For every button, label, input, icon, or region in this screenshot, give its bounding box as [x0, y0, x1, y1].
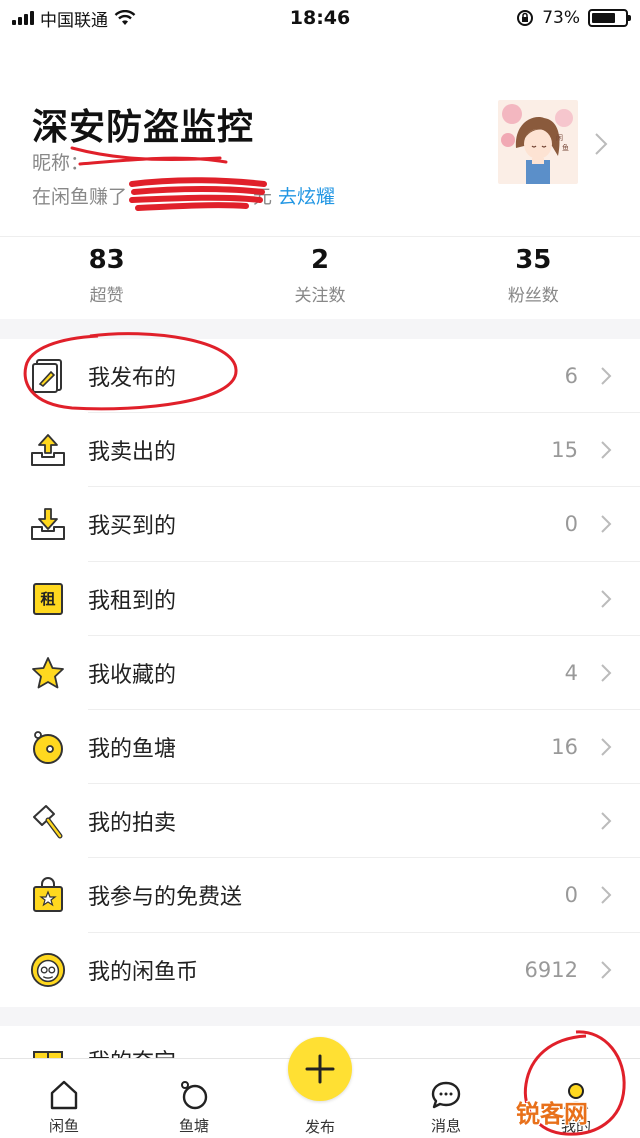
stat-value: 35 — [515, 245, 552, 275]
home-icon — [50, 1080, 78, 1110]
status-bar: 中国联通 18:46 73% — [0, 0, 640, 36]
show-off-link[interactable]: 去炫耀 — [278, 186, 335, 208]
tab-home[interactable]: 闲鱼 — [24, 1077, 104, 1136]
bought-icon — [30, 506, 66, 542]
menu-count: 15 — [551, 438, 578, 463]
fishpond-icon — [30, 729, 66, 765]
stat-label: 关注数 — [294, 286, 346, 306]
menu-count: 0 — [564, 883, 578, 908]
battery-fill — [592, 13, 616, 23]
stat-value: 83 — [88, 245, 125, 275]
profile-earnings: 在闲鱼赚了 元去炫耀 — [32, 182, 335, 209]
stat-label: 超赞 — [89, 286, 124, 306]
stat-label: 粉丝数 — [507, 286, 559, 306]
menu-item-bought[interactable]: 我买到的 0 — [0, 487, 640, 562]
menu-item-published[interactable]: 我发布的 6 — [0, 339, 640, 414]
menu-item-auction[interactable]: 我的拍卖 — [0, 784, 640, 859]
svg-text:闲: 闲 — [556, 133, 563, 142]
earnings-suffix: 元 — [253, 186, 273, 208]
profile-name: 深安防盗监控 — [32, 107, 255, 148]
menu-label: 我的拍卖 — [88, 811, 177, 837]
battery-icon — [588, 9, 631, 27]
fishpond-tab-icon — [181, 1081, 208, 1110]
menu-item-coins[interactable]: 我的闲鱼币 6912 — [0, 933, 640, 1007]
status-right: 73% — [516, 8, 631, 28]
menu-label: 我租到的 — [88, 588, 177, 614]
stat-following[interactable]: 2 关注数 — [213, 241, 426, 306]
svg-text:鱼: 鱼 — [562, 143, 569, 152]
menu-label: 我卖出的 — [88, 440, 177, 466]
menu-count: 0 — [564, 512, 578, 537]
menu-label: 我参与的免费送 — [88, 885, 243, 911]
profile-nickname: 昵称： — [32, 148, 209, 175]
rent-badge: 租 — [33, 582, 63, 615]
free-gift-bag-icon — [30, 877, 66, 913]
chevron-right-icon — [601, 515, 612, 534]
menu-count: 6912 — [524, 957, 578, 982]
menu-label: 我的闲鱼币 — [88, 959, 199, 985]
menu-label: 我的鱼塘 — [88, 737, 177, 763]
tab-messages[interactable]: 消息 — [406, 1077, 486, 1136]
menu-label: 我收藏的 — [88, 662, 177, 688]
menu-item-free-giveaway[interactable]: 我参与的免费送 0 — [0, 858, 640, 933]
plus-icon — [305, 1054, 335, 1084]
chevron-right-icon — [601, 960, 612, 979]
avatar[interactable]: 闲 鱼 — [498, 100, 578, 184]
signal-icon — [12, 11, 34, 25]
nickname-label: 昵称： — [32, 152, 90, 174]
profile-header[interactable]: 深安防盗监控 昵称： 在闲鱼赚了 元去炫耀 闲 鱼 83 超赞 2 关注数 35 … — [0, 36, 640, 319]
xianyu-coin-icon — [30, 952, 66, 988]
menu-count: 6 — [564, 364, 578, 389]
chevron-right-icon — [601, 738, 612, 756]
profile-chevron-icon — [595, 133, 608, 155]
chevron-right-icon — [601, 664, 612, 682]
chevron-right-icon — [601, 589, 612, 608]
chevron-right-icon — [601, 886, 612, 905]
auction-gavel-icon — [30, 803, 66, 839]
stat-followers[interactable]: 35 粉丝数 — [427, 241, 640, 306]
sold-icon — [30, 432, 66, 468]
menu-item-rented[interactable]: 租 我租到的 — [0, 562, 640, 636]
tab-label: 闲鱼 — [48, 1117, 79, 1135]
chevron-right-icon — [601, 441, 612, 459]
menu-label: 我发布的 — [88, 366, 177, 392]
battery-percent: 73% — [542, 8, 580, 28]
menu-item-fishpond[interactable]: 我的鱼塘 16 — [0, 710, 640, 785]
star-icon — [30, 655, 66, 691]
rented-icon: 租 — [30, 581, 66, 617]
tab-label: 消息 — [430, 1117, 461, 1135]
stat-value: 2 — [310, 245, 330, 275]
menu-label: 我买到的 — [88, 514, 177, 540]
publish-button[interactable] — [288, 1037, 352, 1101]
menu-item-sold[interactable]: 我卖出的 15 — [0, 413, 640, 488]
stats-row: 83 超赞 2 关注数 35 粉丝数 — [0, 236, 640, 306]
wifi-icon — [114, 10, 136, 25]
message-bubble-icon — [431, 1081, 461, 1109]
watermark-logo: 锐客网 — [516, 1100, 588, 1128]
chevron-right-icon — [601, 367, 612, 385]
menu-count: 4 — [564, 660, 578, 685]
published-icon — [30, 358, 66, 394]
status-left: 中国联通 — [12, 6, 136, 31]
tab-fishpond[interactable]: 鱼塘 — [154, 1077, 234, 1136]
menu-item-favorites[interactable]: 我收藏的 4 — [0, 636, 640, 711]
carrier-name: 中国联通 — [40, 10, 108, 31]
rotation-lock-icon — [517, 10, 534, 26]
stat-likes[interactable]: 83 超赞 — [0, 241, 213, 306]
tab-label: 鱼塘 — [178, 1117, 209, 1135]
publish-label: 发布 — [304, 1118, 335, 1136]
earnings-prefix: 在闲鱼赚了 — [32, 186, 128, 208]
chevron-right-icon — [601, 812, 612, 830]
menu-count: 16 — [551, 735, 578, 760]
menu-list: 我发布的 6 我卖出的 15 我买到的 0 租 我租到的 我收藏的 4 我的鱼塘… — [0, 339, 640, 1007]
